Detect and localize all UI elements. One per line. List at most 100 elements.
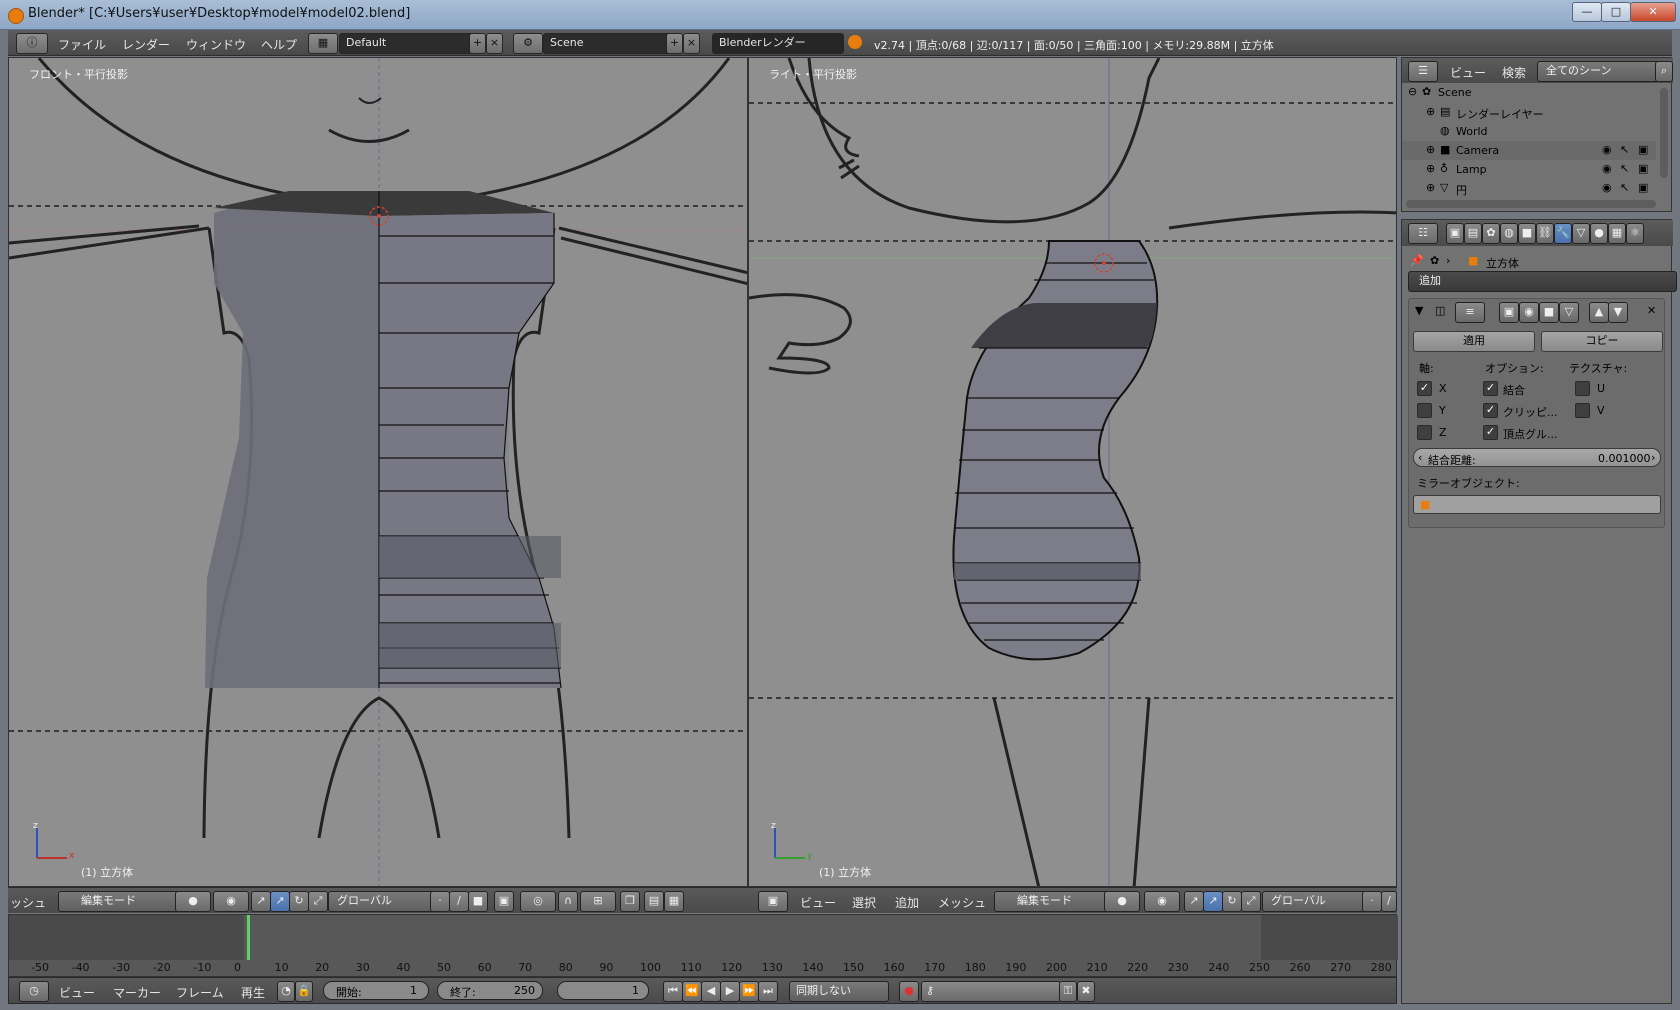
render-engine-select[interactable]: Blenderレンダー	[712, 33, 844, 54]
record-icon[interactable]: ●	[899, 981, 919, 1002]
shading-solid-icon[interactable]: ●	[1104, 891, 1140, 912]
viewport-front[interactable]: フロント・平行投影 z x (1) 立方体	[8, 57, 748, 887]
rotate-icon[interactable]: ↻	[1222, 891, 1242, 912]
scene-icon[interactable]: ⚙	[513, 33, 543, 54]
viewport-right[interactable]: ライト・平行投影 z y (1) 立方体	[748, 57, 1397, 887]
render-camera-icon[interactable]: ▣	[1638, 162, 1648, 175]
pivot-icon[interactable]: ◉	[1144, 891, 1180, 912]
expand-icon[interactable]: ⊕	[1426, 181, 1435, 194]
render-toggle-icon[interactable]: ▣	[1499, 302, 1519, 323]
outliner-search-icon[interactable]: ⌕	[1655, 61, 1673, 82]
outliner-hscrollbar[interactable]	[1406, 200, 1656, 208]
scale-icon[interactable]: ⤢	[308, 891, 328, 912]
render-layers-tab-icon[interactable]: ▤	[1464, 223, 1482, 244]
physics-tab-icon[interactable]: ⚛	[1626, 223, 1644, 244]
layout-icon[interactable]: ▦	[308, 33, 338, 54]
maximize-button[interactable]: □	[1601, 2, 1631, 22]
apply-button[interactable]: 適用	[1413, 331, 1535, 352]
constraints-tab-icon[interactable]: ⛓	[1536, 223, 1554, 244]
texture-tab-icon[interactable]: ▦	[1608, 223, 1626, 244]
scene-field[interactable]: Scene	[543, 33, 671, 54]
current-frame-field[interactable]: 1	[557, 981, 649, 1000]
outliner-menu-search[interactable]: 検索	[1502, 64, 1526, 81]
render-camera-icon[interactable]: ▣	[1638, 143, 1648, 156]
outliner-item-camera[interactable]: ⊕ ■ Camera ◉ ↖ ▣	[1402, 141, 1656, 160]
remove-layout-icon[interactable]: ×	[486, 33, 503, 54]
manipulator-icon[interactable]: ↗	[1184, 891, 1204, 912]
menu-help[interactable]: ヘルプ	[261, 36, 297, 53]
lock-icon[interactable]: 🔒	[295, 981, 313, 1002]
expand-icon[interactable]: ⊕	[1426, 143, 1435, 156]
editor-type-timeline-icon[interactable]: ◷	[19, 981, 49, 1002]
remove-modifier-icon[interactable]: ✕	[1647, 304, 1656, 317]
menu-select[interactable]: 選択	[852, 894, 876, 911]
material-tab-icon[interactable]: ●	[1590, 223, 1608, 244]
menu-mesh-partial[interactable]: ッシュ	[10, 894, 46, 911]
timeline-menu-frame[interactable]: フレーム	[176, 984, 224, 1001]
rotate-icon[interactable]: ↻	[289, 891, 309, 912]
outliner-item-world[interactable]: ◍ World	[1402, 122, 1656, 141]
editor-type-3d-icon[interactable]: ▣	[758, 891, 788, 912]
current-frame-marker[interactable]	[247, 915, 250, 960]
translate-icon[interactable]: ↗	[1203, 891, 1223, 912]
timeline-menu-view[interactable]: ビュー	[59, 984, 95, 1001]
start-frame-field[interactable]: 開始: 1	[323, 981, 429, 1000]
pin-icon[interactable]: 📌	[1410, 254, 1424, 267]
visibility-eye-icon[interactable]: ◉	[1602, 143, 1612, 156]
add-scene-icon[interactable]: +	[666, 33, 683, 54]
viewport-toggle-icon[interactable]: ◉	[1519, 302, 1539, 323]
layout-field[interactable]: Default	[339, 33, 475, 54]
play-reverse-icon[interactable]: ◀	[701, 981, 721, 1002]
sync-mode-select[interactable]: 同期しない	[789, 981, 889, 1002]
outliner-menu-view[interactable]: ビュー	[1450, 64, 1486, 81]
increment-arrow-icon[interactable]: ›	[1651, 451, 1655, 464]
delete-keyframe-icon[interactable]: ✖	[1077, 981, 1095, 1002]
outliner-display-select[interactable]: 全てのシーン	[1537, 61, 1662, 82]
play-icon[interactable]: ▶	[720, 981, 740, 1002]
visibility-eye-icon[interactable]: ◉	[1602, 162, 1612, 175]
face-select-icon[interactable]: ■	[468, 891, 488, 912]
right-view-canvas[interactable]	[749, 58, 1397, 887]
occlude-icon[interactable]: ▣	[494, 891, 514, 912]
move-up-icon[interactable]: ▲	[1589, 302, 1609, 323]
modifier-name-field[interactable]: ≡	[1455, 302, 1485, 323]
front-view-canvas[interactable]	[9, 58, 748, 887]
menu-render[interactable]: レンダー	[122, 36, 170, 53]
mode-select-right[interactable]: 編集モード	[994, 891, 1120, 912]
end-frame-field[interactable]: 終了: 250	[437, 981, 543, 1000]
prev-keyframe-icon[interactable]: ⏪	[682, 981, 702, 1002]
mirror-object-field[interactable]: ■	[1413, 495, 1661, 514]
proportional-icon[interactable]: ◎	[520, 891, 556, 912]
pivot-icon[interactable]: ◉	[213, 891, 249, 912]
collapse-triangle-icon[interactable]: ▼	[1415, 304, 1423, 317]
vertex-select-icon[interactable]: ·	[1362, 891, 1382, 912]
cage-toggle-icon[interactable]: ▽	[1559, 302, 1579, 323]
mode-select-front[interactable]: 編集モード	[58, 891, 192, 912]
editor-type-outliner-icon[interactable]: ☰	[1408, 61, 1438, 82]
texture-v-checkbox[interactable]	[1575, 403, 1590, 418]
insert-keyframe-icon[interactable]: ⚿	[1059, 981, 1077, 1002]
select-cursor-icon[interactable]: ↖	[1620, 181, 1629, 194]
merge-checkbox[interactable]: ✓	[1483, 381, 1498, 396]
orientation-select-front[interactable]: グローバル	[328, 891, 436, 912]
minimize-button[interactable]: —	[1572, 2, 1602, 22]
outliner-item-lamp[interactable]: ⊕ ♁ Lamp ◉ ↖ ▣	[1402, 160, 1656, 179]
modifiers-wrench-icon[interactable]: 🔧	[1554, 223, 1572, 244]
visibility-eye-icon[interactable]: ◉	[1602, 181, 1612, 194]
move-down-icon[interactable]: ▼	[1608, 302, 1628, 323]
render-preview-icon[interactable]: ▤	[644, 891, 664, 912]
editor-type-info-icon[interactable]: ⓘ	[16, 33, 48, 54]
expand-icon[interactable]: ⊖	[1408, 85, 1417, 98]
outliner-vscrollbar[interactable]	[1660, 88, 1668, 178]
select-cursor-icon[interactable]: ↖	[1620, 162, 1629, 175]
copy-button[interactable]: コピー	[1541, 331, 1663, 352]
shading-solid-icon[interactable]: ●	[175, 891, 211, 912]
editor-type-properties-icon[interactable]: ☷	[1408, 223, 1438, 244]
texture-u-checkbox[interactable]	[1575, 381, 1590, 396]
axis-z-checkbox[interactable]	[1417, 425, 1432, 440]
preview-range-icon[interactable]: ◔	[277, 981, 295, 1002]
axis-x-checkbox[interactable]: ✓	[1417, 381, 1432, 396]
data-tab-icon[interactable]: ▽	[1572, 223, 1590, 244]
timeline[interactable]: -50 -40 -30 -20 -10 0 10 20 30 40 50 60 70 80 90 100 110…	[8, 914, 1398, 977]
decrement-arrow-icon[interactable]: ‹	[1418, 451, 1422, 464]
